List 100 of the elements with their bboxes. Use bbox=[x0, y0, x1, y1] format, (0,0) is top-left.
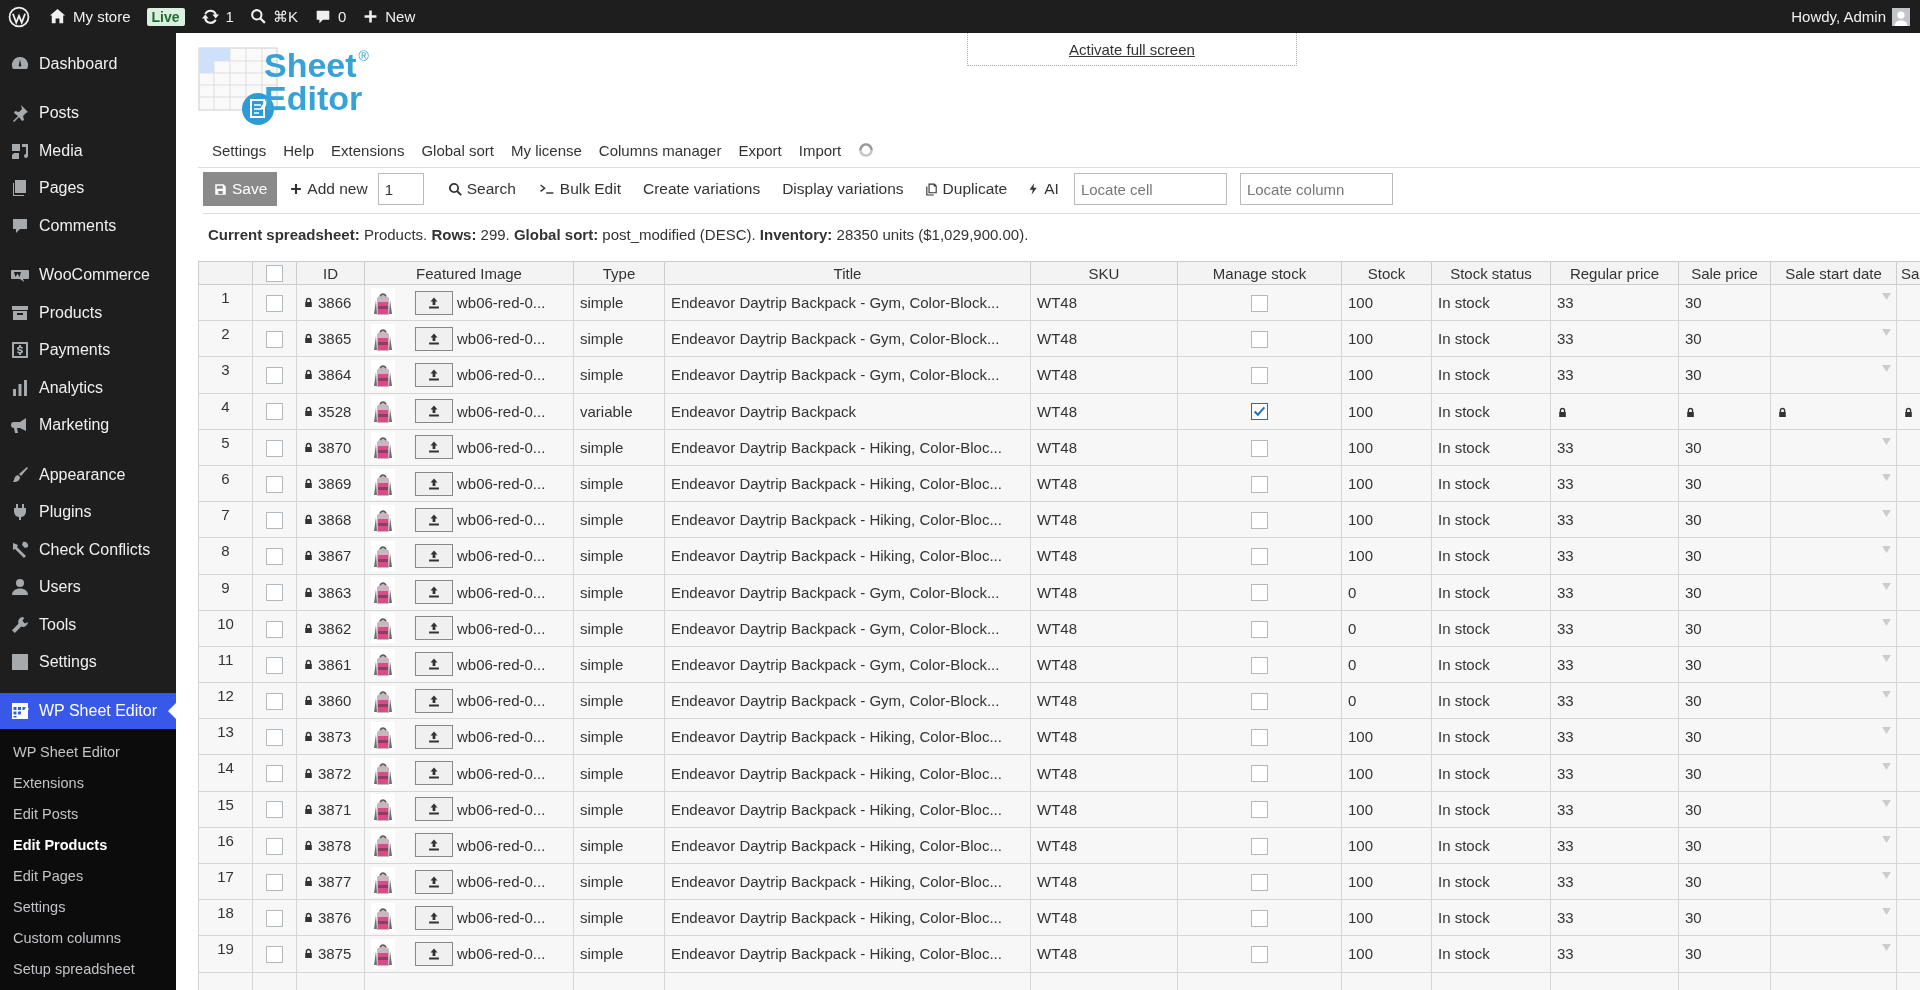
create-variations-button[interactable]: Create variations bbox=[642, 180, 761, 198]
checkbox[interactable] bbox=[266, 946, 283, 964]
command-search-link[interactable]: ⌘K bbox=[249, 7, 298, 26]
menu-item[interactable]: Plugins bbox=[0, 493, 176, 531]
submenu-item[interactable]: Settings bbox=[0, 891, 176, 922]
upload-button[interactable] bbox=[415, 326, 453, 351]
menu-link[interactable]: My license bbox=[511, 141, 582, 159]
upload-button[interactable] bbox=[415, 688, 453, 713]
menu-item[interactable]: Payments bbox=[0, 331, 176, 369]
menu-item[interactable]: Tools bbox=[0, 606, 176, 644]
checkbox[interactable] bbox=[1251, 620, 1268, 638]
upload-button[interactable] bbox=[415, 797, 453, 822]
checkbox[interactable] bbox=[1251, 656, 1268, 674]
menu-link[interactable]: Columns manager bbox=[598, 141, 722, 159]
checkbox[interactable] bbox=[266, 548, 283, 566]
menu-link[interactable]: Extensions bbox=[331, 141, 405, 159]
display-variations-button[interactable]: Display variations bbox=[782, 180, 904, 198]
locate-cell-field[interactable]: Locate cell bbox=[1073, 173, 1227, 205]
checkbox[interactable] bbox=[266, 765, 283, 783]
submenu-item[interactable]: WP Sheet Editor bbox=[0, 736, 176, 767]
checkbox[interactable] bbox=[1251, 729, 1268, 747]
checkbox[interactable] bbox=[266, 475, 283, 493]
checkbox[interactable] bbox=[266, 656, 283, 674]
add-new-button[interactable]: Add new bbox=[289, 180, 368, 198]
duplicate-button[interactable]: Duplicate bbox=[923, 180, 1008, 198]
menu-item[interactable]: Check Conflicts bbox=[0, 531, 176, 569]
count-field[interactable]: 1 bbox=[377, 173, 424, 205]
checkbox[interactable] bbox=[1251, 910, 1268, 928]
upload-button[interactable] bbox=[415, 869, 453, 894]
upload-button[interactable] bbox=[415, 435, 453, 460]
checkbox[interactable] bbox=[1251, 692, 1268, 710]
menu-item[interactable]: Posts bbox=[0, 94, 176, 132]
checkbox[interactable] bbox=[266, 873, 283, 891]
upload-button[interactable] bbox=[415, 724, 453, 749]
checkbox[interactable] bbox=[1251, 294, 1268, 312]
checkbox[interactable] bbox=[266, 801, 283, 819]
menu-item[interactable]: WooCommerce bbox=[0, 256, 176, 294]
upload-button[interactable] bbox=[415, 833, 453, 858]
menu-link[interactable]: Settings bbox=[212, 141, 267, 159]
menu-item[interactable]: Marketing bbox=[0, 406, 176, 444]
upload-button[interactable] bbox=[415, 652, 453, 677]
checkbox[interactable] bbox=[1251, 837, 1268, 855]
submenu-item[interactable]: Extensions bbox=[0, 767, 176, 798]
checkbox[interactable] bbox=[266, 512, 283, 529]
checkbox[interactable] bbox=[266, 620, 283, 638]
checkbox[interactable] bbox=[1251, 584, 1268, 602]
upload-button[interactable] bbox=[415, 362, 453, 387]
menu-item[interactable]: Media bbox=[0, 132, 176, 170]
checkbox[interactable] bbox=[266, 837, 283, 855]
checkbox[interactable] bbox=[266, 331, 283, 349]
submenu-item[interactable]: Edit Pages bbox=[0, 860, 176, 891]
checkbox[interactable] bbox=[1251, 331, 1268, 349]
checkbox[interactable] bbox=[1251, 475, 1268, 493]
updates-link[interactable]: 1 bbox=[200, 7, 234, 26]
new-link[interactable]: New bbox=[362, 8, 416, 25]
menu-item[interactable]: Pages bbox=[0, 169, 176, 207]
upload-button[interactable] bbox=[415, 290, 453, 315]
checkbox[interactable] bbox=[266, 584, 283, 602]
checkbox[interactable] bbox=[266, 367, 283, 385]
menu-link[interactable]: Export bbox=[738, 141, 782, 159]
checkbox[interactable] bbox=[266, 439, 283, 457]
checkbox[interactable] bbox=[1251, 439, 1268, 457]
checkbox[interactable] bbox=[1251, 873, 1268, 891]
checkbox[interactable] bbox=[266, 729, 283, 747]
menu-item[interactable]: Comments bbox=[0, 207, 176, 245]
checkbox[interactable] bbox=[1251, 512, 1268, 529]
checkbox[interactable] bbox=[1251, 765, 1268, 783]
upload-button[interactable] bbox=[415, 471, 453, 496]
upload-button[interactable] bbox=[415, 905, 453, 930]
locate-column-field[interactable]: Locate column bbox=[1239, 173, 1393, 205]
upload-button[interactable] bbox=[415, 580, 453, 605]
submenu-item[interactable]: Edit Posts bbox=[0, 798, 176, 829]
checkbox[interactable] bbox=[1251, 548, 1268, 566]
ai-button[interactable]: AI bbox=[1027, 180, 1059, 198]
checkbox[interactable] bbox=[266, 910, 283, 928]
checkbox[interactable] bbox=[266, 692, 283, 710]
menu-item[interactable]: Settings bbox=[0, 643, 176, 681]
upload-button[interactable] bbox=[415, 399, 453, 424]
menu-item[interactable]: Appearance bbox=[0, 456, 176, 494]
upload-button[interactable] bbox=[415, 543, 453, 568]
account-link[interactable]: Howdy, Admin bbox=[1791, 7, 1910, 26]
menu-item[interactable]: Dashboard bbox=[0, 45, 176, 83]
checkbox[interactable] bbox=[1251, 403, 1268, 421]
checkbox[interactable] bbox=[1251, 801, 1268, 819]
checkbox[interactable] bbox=[266, 294, 283, 312]
upload-button[interactable] bbox=[415, 941, 453, 966]
comments-link[interactable]: 0 bbox=[313, 7, 347, 26]
submenu-item[interactable]: Custom columns bbox=[0, 922, 176, 953]
checkbox[interactable] bbox=[266, 403, 283, 421]
upload-button[interactable] bbox=[415, 616, 453, 641]
menu-link[interactable]: Import bbox=[798, 141, 842, 159]
fullscreen-link[interactable]: Activate full screen bbox=[1068, 40, 1195, 58]
menu-link[interactable]: Help bbox=[283, 141, 315, 159]
menu-link[interactable]: Global sort bbox=[421, 141, 494, 159]
checkbox[interactable] bbox=[1251, 946, 1268, 964]
menu-item[interactable]: Users bbox=[0, 568, 176, 606]
site-link[interactable]: My store bbox=[48, 7, 131, 26]
bulk-edit-button[interactable]: Bulk Edit bbox=[537, 180, 621, 198]
submenu-item[interactable]: Setup spreadsheet bbox=[0, 953, 176, 984]
upload-button[interactable] bbox=[415, 761, 453, 786]
